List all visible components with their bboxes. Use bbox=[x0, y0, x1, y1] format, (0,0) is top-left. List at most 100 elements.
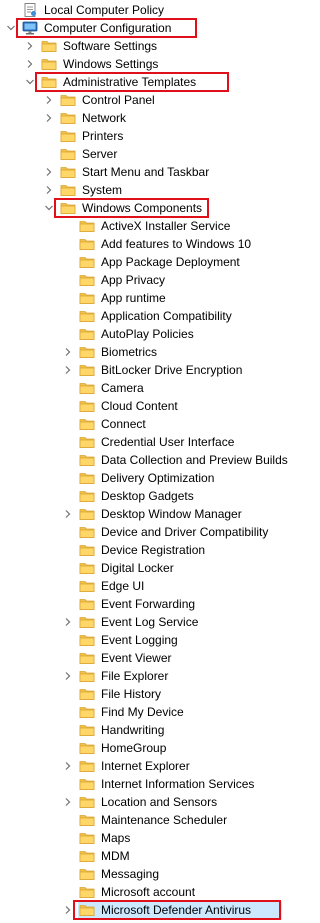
tree-item-printers[interactable]: Printers bbox=[0, 127, 282, 145]
chevron-right-icon[interactable] bbox=[64, 348, 72, 356]
chevron-right-icon[interactable] bbox=[26, 60, 34, 68]
tree-item-app-package-deployment[interactable]: App Package Deployment bbox=[0, 253, 282, 271]
tree-item-label: Internet Information Services bbox=[101, 777, 255, 791]
tree-item-start-menu-and-taskbar[interactable]: Start Menu and Taskbar bbox=[0, 163, 282, 181]
tree-item-autoplay-policies[interactable]: AutoPlay Policies bbox=[0, 325, 282, 343]
tree-item-app-privacy[interactable]: App Privacy bbox=[0, 271, 282, 289]
tree-item-label: App runtime bbox=[101, 291, 166, 305]
tree-item-administrative-templates[interactable]: Administrative Templates bbox=[0, 72, 282, 92]
chevron-right-icon[interactable] bbox=[45, 96, 53, 104]
tree-item-find-my-device[interactable]: Find My Device bbox=[0, 703, 282, 721]
folder-icon bbox=[79, 362, 95, 378]
tree-item-windows-settings[interactable]: Windows Settings bbox=[0, 55, 282, 73]
chevron-right-icon[interactable] bbox=[64, 906, 72, 914]
tree-item-data-collection-and-preview-builds[interactable]: Data Collection and Preview Builds bbox=[0, 451, 288, 469]
tree-item-file-explorer[interactable]: File Explorer bbox=[0, 667, 282, 685]
tree-item-add-features-to-windows-10[interactable]: Add features to Windows 10 bbox=[0, 235, 282, 253]
folder-icon bbox=[79, 506, 95, 522]
tree-item-server[interactable]: Server bbox=[0, 145, 282, 163]
tree-item-label: Event Logging bbox=[101, 633, 178, 647]
chevron-down-icon[interactable] bbox=[26, 78, 34, 86]
tree-item-desktop-gadgets[interactable]: Desktop Gadgets bbox=[0, 487, 282, 505]
folder-icon bbox=[79, 596, 95, 612]
chevron-right-icon[interactable] bbox=[26, 42, 34, 50]
tree-item-bitlocker-drive-encryption[interactable]: BitLocker Drive Encryption bbox=[0, 361, 282, 379]
folder-icon bbox=[79, 398, 95, 414]
tree-item-label: Microsoft account bbox=[101, 885, 196, 899]
tree-item-label: Maps bbox=[101, 831, 131, 845]
tree-item-label: Credential User Interface bbox=[101, 435, 235, 449]
tree-item-maintenance-scheduler[interactable]: Maintenance Scheduler bbox=[0, 811, 282, 829]
folder-icon bbox=[79, 254, 95, 270]
folder-icon bbox=[79, 866, 95, 882]
tree-item-desktop-window-manager[interactable]: Desktop Window Manager bbox=[0, 505, 282, 523]
folder-icon bbox=[79, 758, 95, 774]
folder-icon bbox=[41, 56, 57, 72]
chevron-right-icon[interactable] bbox=[45, 186, 53, 194]
chevron-right-icon[interactable] bbox=[64, 510, 72, 518]
folder-icon bbox=[79, 218, 95, 234]
tree-item-messaging[interactable]: Messaging bbox=[0, 865, 282, 883]
tree-item-homegroup[interactable]: HomeGroup bbox=[0, 739, 282, 757]
chevron-right-icon[interactable] bbox=[45, 168, 53, 176]
tree-item-application-compatibility[interactable]: Application Compatibility bbox=[0, 307, 282, 325]
tree-item-handwriting[interactable]: Handwriting bbox=[0, 721, 282, 739]
tree-item-control-panel[interactable]: Control Panel bbox=[0, 91, 282, 109]
tree-item-network[interactable]: Network bbox=[0, 109, 282, 127]
tree-item-camera[interactable]: Camera bbox=[0, 379, 282, 397]
tree-item-event-forwarding[interactable]: Event Forwarding bbox=[0, 595, 282, 613]
annotation-highlight-box bbox=[54, 198, 209, 218]
tree-item-location-and-sensors[interactable]: Location and Sensors bbox=[0, 793, 282, 811]
tree-item-connect[interactable]: Connect bbox=[0, 415, 282, 433]
tree-item-label: Event Viewer bbox=[101, 651, 172, 665]
folder-icon bbox=[79, 524, 95, 540]
tree-item-local-computer-policy[interactable]: Local Computer Policy bbox=[0, 1, 282, 19]
tree-item-device-and-driver-compatibility[interactable]: Device and Driver Compatibility bbox=[0, 523, 282, 541]
tree-item-maps[interactable]: Maps bbox=[0, 829, 282, 847]
folder-icon bbox=[79, 560, 95, 576]
chevron-right-icon[interactable] bbox=[64, 618, 72, 626]
folder-icon bbox=[79, 794, 95, 810]
folder-icon bbox=[79, 308, 95, 324]
tree-item-software-settings[interactable]: Software Settings bbox=[0, 37, 282, 55]
chevron-right-icon[interactable] bbox=[64, 366, 72, 374]
tree-item-biometrics[interactable]: Biometrics bbox=[0, 343, 282, 361]
tree-item-cloud-content[interactable]: Cloud Content bbox=[0, 397, 282, 415]
tree-item-label: Network bbox=[82, 111, 127, 125]
tree-item-label: Delivery Optimization bbox=[101, 471, 215, 485]
chevron-right-icon[interactable] bbox=[64, 798, 72, 806]
annotation-highlight-box bbox=[35, 72, 230, 92]
tree-item-label: Find My Device bbox=[101, 705, 184, 719]
tree-item-event-logging[interactable]: Event Logging bbox=[0, 631, 282, 649]
folder-icon bbox=[79, 488, 95, 504]
tree-item-delivery-optimization[interactable]: Delivery Optimization bbox=[0, 469, 282, 487]
chevron-right-icon[interactable] bbox=[45, 114, 53, 122]
tree-item-internet-explorer[interactable]: Internet Explorer bbox=[0, 757, 282, 775]
tree-item-label: App Package Deployment bbox=[101, 255, 240, 269]
tree-item-system[interactable]: System bbox=[0, 181, 282, 199]
tree-item-label: Event Log Service bbox=[101, 615, 199, 629]
tree-item-microsoft-defender-antivirus[interactable]: Microsoft Defender Antivirus bbox=[0, 900, 282, 920]
tree-item-mdm[interactable]: MDM bbox=[0, 847, 282, 865]
annotation-highlight-box bbox=[16, 18, 198, 38]
tree-item-edge-ui[interactable]: Edge UI bbox=[0, 577, 282, 595]
tree-item-device-registration[interactable]: Device Registration bbox=[0, 541, 282, 559]
tree-item-app-runtime[interactable]: App runtime bbox=[0, 289, 282, 307]
tree-item-computer-configuration[interactable]: Computer Configuration bbox=[0, 18, 282, 38]
chevron-right-icon[interactable] bbox=[64, 672, 72, 680]
tree-item-activex-installer-service[interactable]: ActiveX Installer Service bbox=[0, 217, 282, 235]
annotation-highlight-box bbox=[73, 900, 281, 920]
chevron-down-icon[interactable] bbox=[45, 204, 53, 212]
tree-item-event-log-service[interactable]: Event Log Service bbox=[0, 613, 282, 631]
tree-item-credential-user-interface[interactable]: Credential User Interface bbox=[0, 433, 282, 451]
tree-item-windows-components[interactable]: Windows Components bbox=[0, 198, 282, 218]
tree-item-event-viewer[interactable]: Event Viewer bbox=[0, 649, 282, 667]
tree-item-file-history[interactable]: File History bbox=[0, 685, 282, 703]
tree-item-label: Biometrics bbox=[101, 345, 158, 359]
tree-item-digital-locker[interactable]: Digital Locker bbox=[0, 559, 282, 577]
tree-item-label: Edge UI bbox=[101, 579, 145, 593]
chevron-right-icon[interactable] bbox=[64, 762, 72, 770]
tree-item-internet-information-services[interactable]: Internet Information Services bbox=[0, 775, 282, 793]
tree-item-microsoft-account[interactable]: Microsoft account bbox=[0, 883, 282, 901]
chevron-down-icon[interactable] bbox=[7, 24, 15, 32]
